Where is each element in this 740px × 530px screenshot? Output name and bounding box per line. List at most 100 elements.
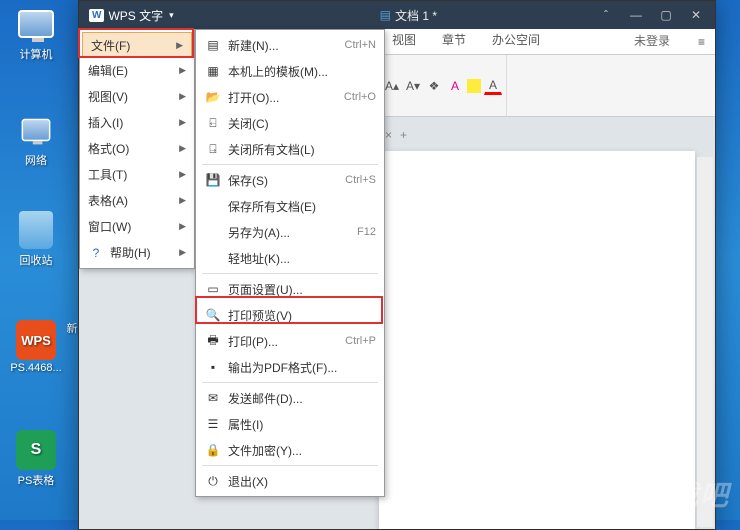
submenu-item-template[interactable]: ▦ 本机上的模板(M)... [196, 58, 384, 84]
shortcut-label: Ctrl+O [344, 91, 376, 103]
chevron-right-icon: ▶ [179, 117, 186, 128]
submenu-item-print[interactable]: 🖶 打印(P)...Ctrl+P [196, 328, 384, 354]
highlight-icon[interactable] [467, 79, 481, 93]
preview-icon: 🔍 [204, 307, 222, 323]
tab-chapter[interactable]: 章节 [429, 25, 479, 54]
submenu-label: 打印(P)... [228, 333, 345, 350]
mail-icon: ✉ [204, 390, 222, 406]
props-icon: ☰ [204, 416, 222, 432]
tab-view[interactable]: 视图 [379, 25, 429, 54]
submenu-label: 另存为(A)... [228, 224, 357, 241]
submenu-item-close[interactable]: ⍇ 关闭(C) [196, 110, 384, 136]
app-menu-button[interactable]: W WPS 文字 ▾ [83, 7, 180, 24]
maximize-button[interactable]: ▢ [651, 1, 681, 29]
desktop-icon-wpssheet[interactable]: SPS表格 [6, 430, 66, 488]
submenu-item-encrypt[interactable]: 🔒 文件加密(Y)... [196, 437, 384, 463]
vertical-scrollbar[interactable] [697, 157, 713, 527]
wps-logo-icon: W [89, 9, 104, 22]
submenu-label: 页面设置(U)... [228, 281, 376, 298]
tab-office[interactable]: 办公空间 [479, 25, 553, 54]
submenu-item-7[interactable]: 保存所有文档(E) [196, 193, 384, 219]
blank-icon [204, 224, 222, 240]
close-icon: ⍇ [204, 115, 222, 131]
ribbon-collapse-button[interactable]: ˆ [591, 1, 621, 29]
submenu-item-new[interactable]: ▤ 新建(N)...Ctrl+N [196, 32, 384, 58]
chevron-right-icon: ▶ [179, 65, 186, 76]
template-icon: ▦ [204, 63, 222, 79]
desktop-icon-computer[interactable]: 计算机 [6, 4, 66, 62]
login-status[interactable]: 未登录 [616, 27, 688, 54]
style-btn[interactable]: A [446, 77, 464, 95]
close-button[interactable]: ✕ [681, 1, 711, 29]
chevron-right-icon: ▶ [179, 143, 186, 154]
submenu-label: 保存(S) [228, 172, 345, 189]
submenu-item-open[interactable]: 📂打开(O)...Ctrl+O [196, 84, 384, 110]
new-icon: ▤ [204, 37, 222, 53]
menu-item-1[interactable]: 编辑(E)▶ [80, 57, 194, 83]
doc-tab-close-icon[interactable]: × [385, 128, 392, 142]
shortcut-label: F12 [357, 226, 376, 238]
blank-icon [204, 250, 222, 266]
submenu-item-8[interactable]: 另存为(A)...F12 [196, 219, 384, 245]
encrypt-icon: 🔒 [204, 442, 222, 458]
submenu-label: 打印预览(V) [228, 307, 376, 324]
closeall-icon: ⍈ [204, 141, 222, 157]
word-doc-icon: ▤ [380, 8, 391, 22]
submenu-label: 文件加密(Y)... [228, 442, 376, 459]
submenu-item-pagesetup[interactable]: ▭ 页面设置(U)... [196, 276, 384, 302]
submenu-label: 新建(N)... [228, 37, 345, 54]
shortcut-label: Ctrl+P [345, 335, 376, 347]
submenu-label: 轻地址(K)... [228, 250, 376, 267]
submenu-item-closeall[interactable]: ⍈ 关闭所有文档(L) [196, 136, 384, 162]
main-menu: 文件(F)▶编辑(E)▶视图(V)▶插入(I)▶格式(O)▶工具(T)▶表格(A… [79, 29, 195, 269]
chevron-right-icon: ▶ [176, 40, 183, 51]
chevron-down-icon: ▾ [169, 10, 174, 21]
submenu-label: 退出(X) [228, 473, 376, 490]
menu-item-7[interactable]: 窗口(W)▶ [80, 213, 194, 239]
document-page[interactable] [379, 151, 695, 529]
help-icon: ? [88, 245, 104, 261]
submenu-label: 保存所有文档(E) [228, 198, 376, 215]
desktop-icon-recycle[interactable]: 回收站 [6, 210, 66, 268]
wps-window: W WPS 文字 ▾ ▤ 文档 1 * ˆ — ▢ ✕ 视图 章节 办公空间 未… [78, 0, 716, 530]
shortcut-label: Ctrl+S [345, 174, 376, 186]
font-shrink-icon[interactable]: A▾ [404, 77, 422, 95]
menu-item-2[interactable]: 视图(V)▶ [80, 83, 194, 109]
submenu-item-preview[interactable]: 🔍 打印预览(V) [196, 302, 384, 328]
submenu-label: 关闭(C) [228, 115, 376, 132]
menu-icon[interactable]: ≡ [688, 30, 715, 54]
font-grow-icon[interactable]: A▴ [383, 77, 401, 95]
menu-item-5[interactable]: 工具(T)▶ [80, 161, 194, 187]
submenu-label: 属性(I) [228, 416, 376, 433]
print-icon: 🖶 [204, 333, 222, 349]
app-name: WPS 文字 [108, 7, 163, 24]
watermark: 下载吧 [640, 474, 730, 514]
submenu-item-9[interactable]: 轻地址(K)... [196, 245, 384, 271]
submenu-item-mail[interactable]: ✉发送邮件(D)... [196, 385, 384, 411]
submenu-item-exit[interactable]: ⏻退出(X) [196, 468, 384, 494]
submenu-item-save[interactable]: 💾 保存(S)Ctrl+S [196, 167, 384, 193]
desktop-icon-wps[interactable]: WPSPS.4468... [6, 320, 66, 374]
submenu-item-props[interactable]: ☰ 属性(I) [196, 411, 384, 437]
document-title: ▤ 文档 1 * [380, 7, 437, 24]
save-icon: 💾 [204, 172, 222, 188]
menu-item-8[interactable]: ?帮助(H)▶ [80, 239, 194, 265]
pagesetup-icon: ▭ [204, 281, 222, 297]
doc-tab-add-icon[interactable]: + [400, 128, 407, 142]
desktop-icon-network[interactable]: 网络 [6, 110, 66, 168]
fontcolor-icon[interactable]: A [484, 77, 502, 95]
menu-item-0[interactable]: 文件(F)▶ [82, 32, 192, 58]
chevron-right-icon: ▶ [179, 169, 186, 180]
minimize-button[interactable]: — [621, 1, 651, 29]
submenu-item-pdf[interactable]: ▪ 输出为PDF格式(F)... [196, 354, 384, 380]
pdf-icon: ▪ [204, 359, 222, 375]
submenu-label: 关闭所有文档(L) [228, 141, 376, 158]
open-icon: 📂 [204, 89, 222, 105]
menu-item-4[interactable]: 格式(O)▶ [80, 135, 194, 161]
submenu-label: 输出为PDF格式(F)... [228, 359, 376, 376]
shortcut-label: Ctrl+N [345, 39, 376, 51]
submenu-label: 本机上的模板(M)... [228, 63, 376, 80]
menu-item-6[interactable]: 表格(A)▶ [80, 187, 194, 213]
style-icon[interactable]: ❖ [425, 77, 443, 95]
menu-item-3[interactable]: 插入(I)▶ [80, 109, 194, 135]
